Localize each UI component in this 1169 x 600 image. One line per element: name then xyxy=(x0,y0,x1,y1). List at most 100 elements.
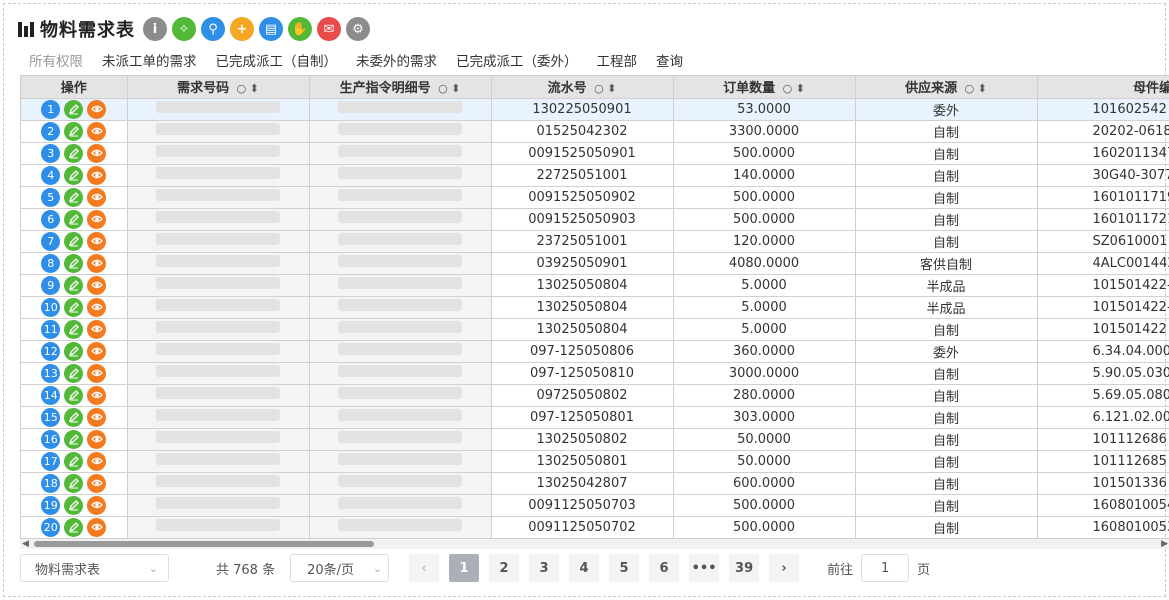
view-icon[interactable] xyxy=(87,143,107,163)
view-icon[interactable] xyxy=(87,517,107,537)
view-icon[interactable] xyxy=(87,165,107,185)
view-icon[interactable] xyxy=(87,99,107,119)
table-row[interactable]: 20 0091125050702 500.0000 自制 1608010053 xyxy=(21,516,1169,539)
edit-icon[interactable] xyxy=(64,187,84,207)
mail-button[interactable]: ✉ xyxy=(317,17,341,41)
table-row[interactable]: 4 22725051001140.0000自制30G40-30771-0 xyxy=(21,164,1169,187)
page-button[interactable]: 2 xyxy=(489,554,520,582)
page-button[interactable]: 5 xyxy=(609,554,640,582)
table-row[interactable]: 3 0091525050901 500.0000 自制 1602011347 xyxy=(21,142,1169,165)
page-size-select[interactable]: 20条/页 ⌄ xyxy=(290,554,390,582)
table-row[interactable]: 16 13025050802 50.0000 自制 101112686 xyxy=(21,428,1169,451)
table-row[interactable]: 8 039250509014080.0000客供自制4ALC001442-0000… xyxy=(21,252,1169,275)
table-row[interactable]: 9 130250508045.0000半成品101501422-2 xyxy=(21,274,1169,297)
column-header[interactable]: 流水号 ○ ⬍ xyxy=(491,76,674,99)
view-icon[interactable] xyxy=(87,231,107,251)
view-icon[interactable] xyxy=(87,209,107,229)
view-icon[interactable] xyxy=(87,407,107,427)
view-icon[interactable] xyxy=(87,253,107,273)
edit-icon[interactable] xyxy=(64,297,84,317)
table-select[interactable]: 物料需求表 ⌄ xyxy=(20,554,169,582)
edit-icon[interactable] xyxy=(64,275,84,295)
column-header[interactable]: 供应来源 ○ ⬍ xyxy=(855,76,1038,99)
table-row[interactable]: 18 13025042807 600.0000 自制 101501336 xyxy=(21,472,1169,495)
edit-icon[interactable] xyxy=(64,143,84,163)
hand-button[interactable]: ✋ xyxy=(288,17,312,41)
search-button[interactable]: ⚲ xyxy=(201,17,225,41)
view-icon[interactable] xyxy=(87,473,107,493)
edit-icon[interactable] xyxy=(64,473,84,493)
table-row[interactable]: 6 0091525050903 500.0000 自制 1601011721 xyxy=(21,208,1169,231)
nav-item[interactable]: 已完成派工（自制） xyxy=(216,50,338,70)
column-header[interactable]: 生产指令明细号 ○ ⬍ xyxy=(309,76,492,99)
page-button[interactable]: ••• xyxy=(689,554,720,582)
view-icon[interactable] xyxy=(87,297,107,317)
scroll-left-icon[interactable]: ◀ xyxy=(22,539,29,549)
column-header[interactable]: 母件编号 ○ ⬍ xyxy=(1037,76,1169,99)
nav-item[interactable]: 未委外的需求 xyxy=(356,50,437,70)
nav-item[interactable]: 已完成派工（委外） xyxy=(456,50,578,70)
edit-icon[interactable] xyxy=(64,517,84,537)
edit-icon[interactable] xyxy=(64,451,84,471)
view-icon[interactable] xyxy=(87,385,107,405)
table-row[interactable]: 1 130225050901 53.0000 委外 101602542 xyxy=(21,98,1169,121)
view-icon[interactable] xyxy=(87,451,107,471)
page-button[interactable]: 4 xyxy=(569,554,600,582)
page-button[interactable]: 39 xyxy=(729,554,760,582)
page-button[interactable]: 3 xyxy=(529,554,560,582)
view-icon[interactable] xyxy=(87,341,107,361)
search-sort-icon[interactable]: ○ ⬍ xyxy=(233,82,259,95)
edit-icon[interactable] xyxy=(64,495,84,515)
edit-icon[interactable] xyxy=(64,231,84,251)
table-row[interactable]: 12 097-125050806360.0000委外6.34.04.00002 xyxy=(21,340,1169,363)
edit-icon[interactable] xyxy=(64,209,84,229)
edit-icon[interactable] xyxy=(64,165,84,185)
table-row[interactable]: 19 0091125050703 500.0000 自制 1608010054 xyxy=(21,494,1169,517)
table-row[interactable]: 15 097-125050801303.0000自制6.121.02.00009 xyxy=(21,406,1169,429)
table-row[interactable]: 13 097-1250508103000.0000自制5.90.05.0301 xyxy=(21,362,1169,385)
column-header[interactable]: 操作 xyxy=(21,76,128,99)
page-button[interactable]: 1 xyxy=(449,554,480,582)
view-icon[interactable] xyxy=(87,187,107,207)
edit-icon[interactable] xyxy=(64,429,84,449)
nav-item[interactable]: 未派工单的需求 xyxy=(102,50,197,70)
search-sort-icon[interactable]: ○ ⬍ xyxy=(435,82,460,95)
table-row[interactable]: 5 0091525050902 500.0000 自制 1601011719 xyxy=(21,186,1169,209)
column-header[interactable]: 订单数量 ○ ⬍ xyxy=(673,76,856,99)
document-button[interactable]: ▤ xyxy=(259,17,283,41)
edit-icon[interactable] xyxy=(64,121,84,141)
search-sort-icon[interactable]: ○ ⬍ xyxy=(779,82,805,95)
next-page-button[interactable]: › xyxy=(769,554,800,582)
table-row[interactable]: 17 13025050801 50.0000 自制 101112685 xyxy=(21,450,1169,473)
nav-item[interactable]: 所有权限 xyxy=(29,50,83,70)
settings-button[interactable]: ⚙ xyxy=(346,17,370,41)
search-sort-icon[interactable]: ○ ⬍ xyxy=(591,82,616,95)
table-row[interactable]: 10 130250508045.0000半成品101501422-1 xyxy=(21,296,1169,319)
clear-filter-button[interactable]: ✧ xyxy=(172,17,196,41)
edit-icon[interactable] xyxy=(64,319,84,339)
edit-icon[interactable] xyxy=(64,363,84,383)
view-icon[interactable] xyxy=(87,121,107,141)
edit-icon[interactable] xyxy=(64,385,84,405)
goto-page-input[interactable]: 1 xyxy=(861,554,910,582)
table-row[interactable]: 14 09725050802280.0000自制5.69.05.0800 xyxy=(21,384,1169,407)
nav-item[interactable]: 查询 xyxy=(656,50,683,70)
view-icon[interactable] xyxy=(87,429,107,449)
horizontal-scrollbar[interactable]: ◀ ▶ xyxy=(20,539,1169,549)
table-row[interactable]: 11 13025050804 5.0000 自制 101501422 xyxy=(21,318,1169,341)
nav-item[interactable]: 工程部 xyxy=(597,50,638,70)
view-icon[interactable] xyxy=(87,363,107,383)
view-icon[interactable] xyxy=(87,495,107,515)
edit-icon[interactable] xyxy=(64,99,84,119)
edit-icon[interactable] xyxy=(64,407,84,427)
search-sort-icon[interactable]: ○ ⬍ xyxy=(961,82,987,95)
table-row[interactable]: 7 23725051001 120.0000 自制 SZ0610001 xyxy=(21,230,1169,253)
add-button[interactable]: + xyxy=(230,17,254,41)
edit-icon[interactable] xyxy=(64,341,84,361)
scroll-thumb[interactable] xyxy=(34,541,374,547)
scroll-right-icon[interactable]: ▶ xyxy=(1161,539,1168,549)
prev-page-button[interactable]: ‹ xyxy=(409,554,440,582)
page-button[interactable]: 6 xyxy=(649,554,680,582)
column-header[interactable]: 需求号码 ○ ⬍ xyxy=(127,76,310,99)
view-icon[interactable] xyxy=(87,275,107,295)
